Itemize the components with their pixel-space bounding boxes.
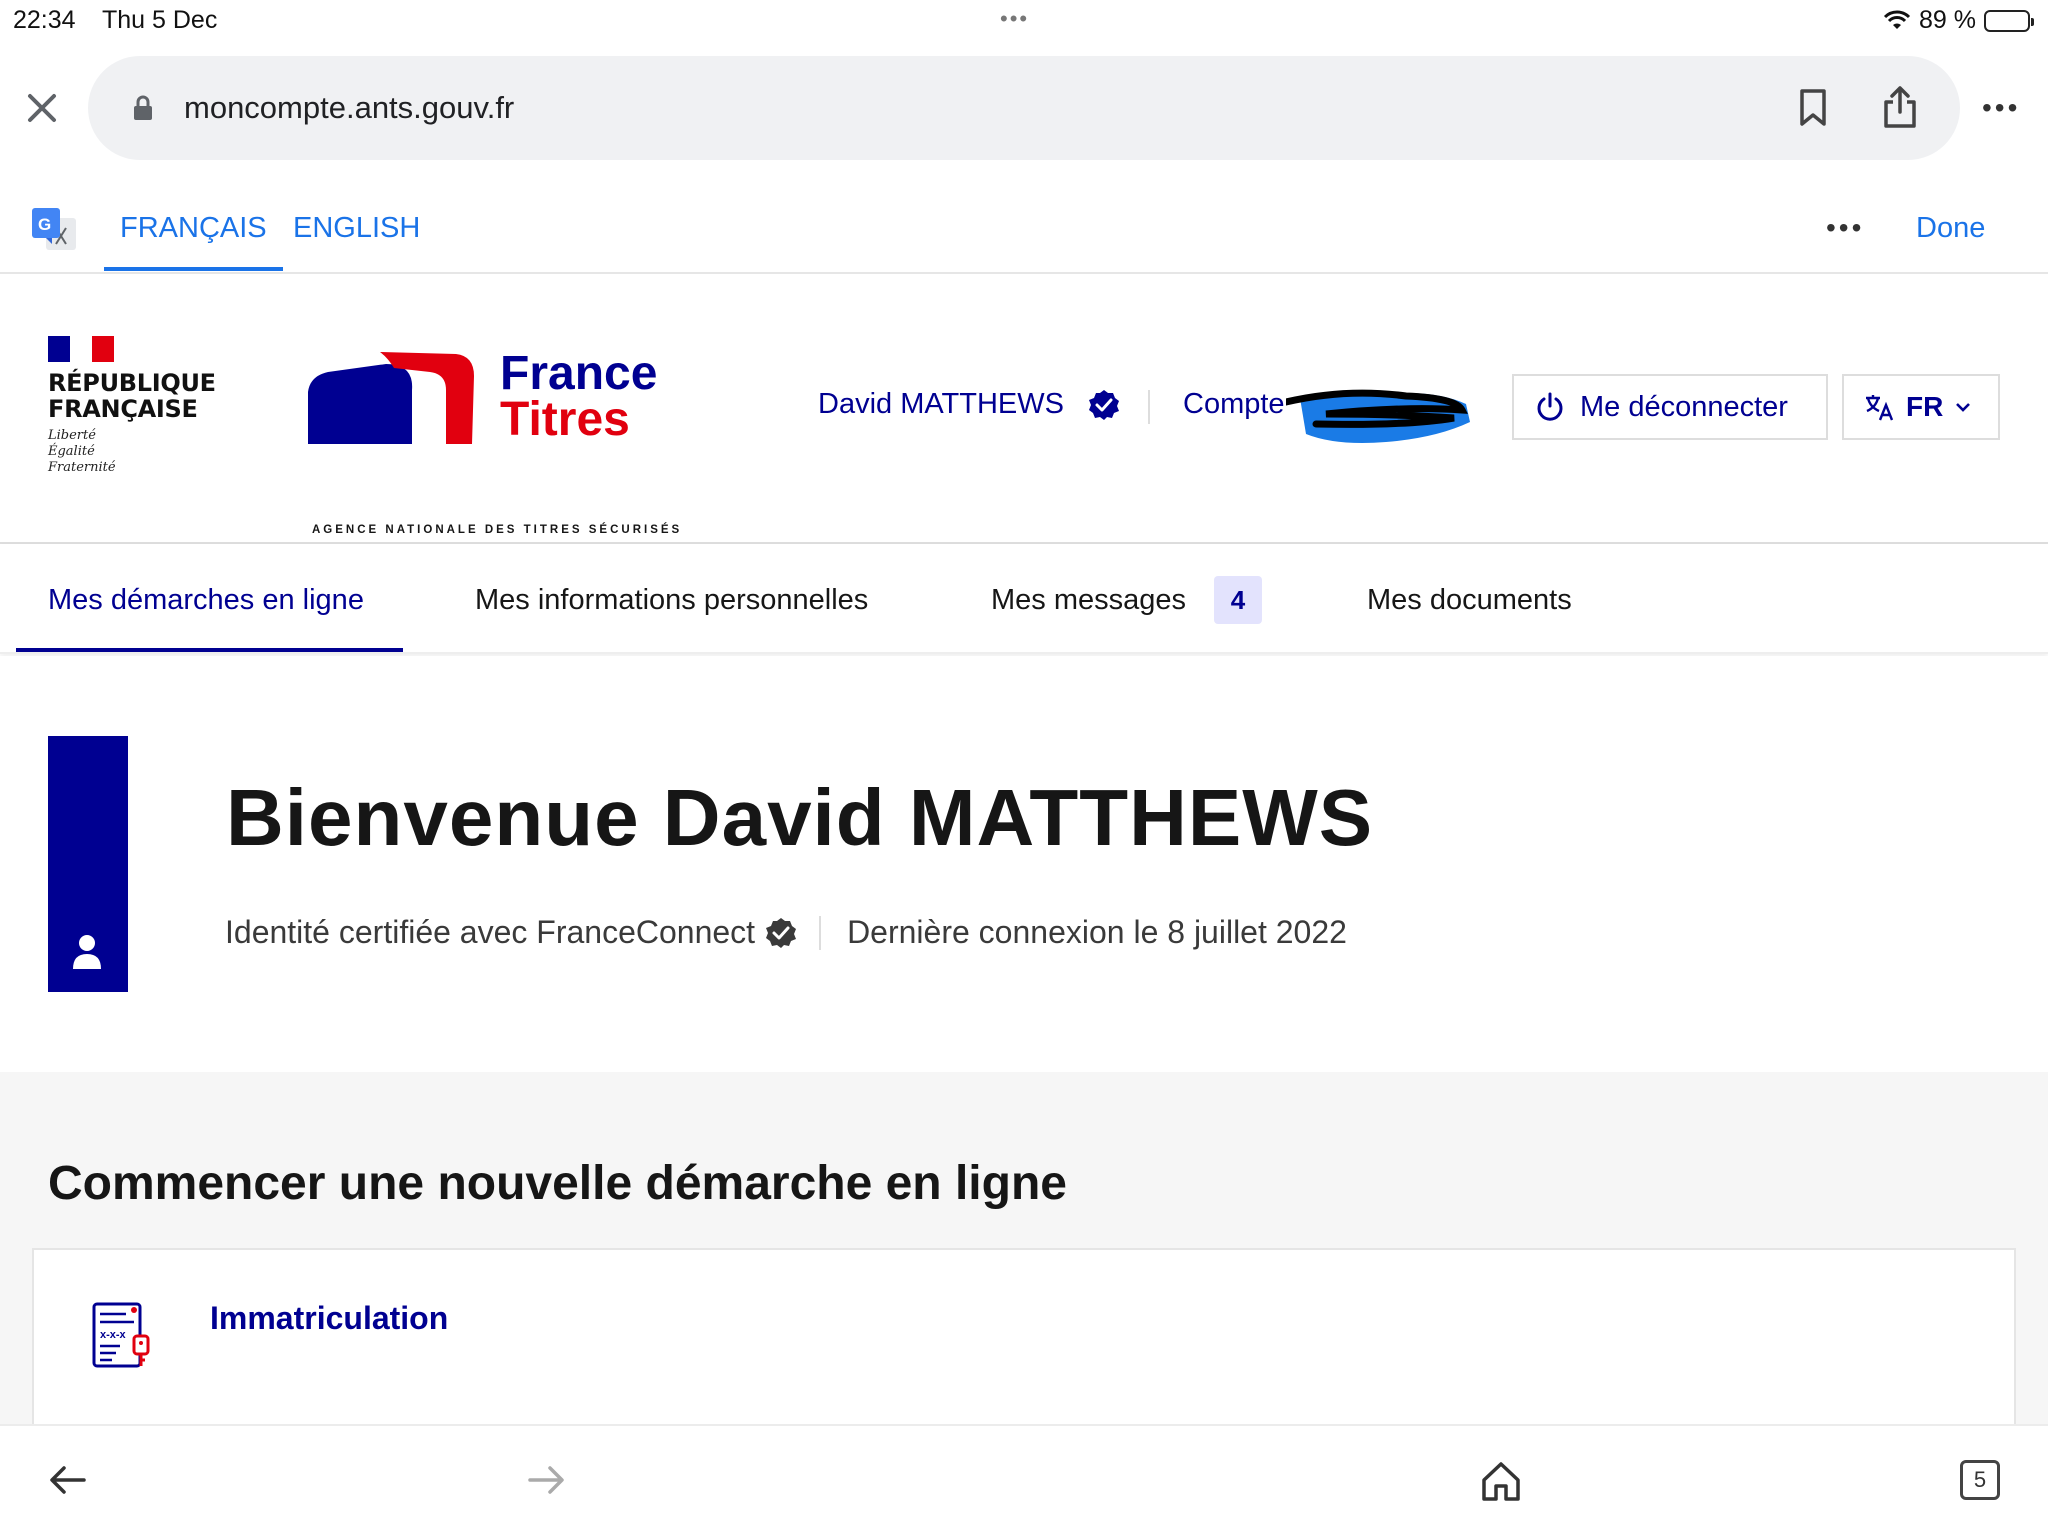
wifi-icon [1883,10,1911,29]
marianne-flag-icon [48,336,114,362]
user-name: David MATTHEWS [818,388,1064,420]
browser-more-icon[interactable]: ••• [1982,92,2020,124]
card-title[interactable]: Immatriculation [210,1300,448,1337]
motto-egalite: Égalité [48,444,95,459]
last-login: Dernière connexion le 8 juillet 2022 [847,914,1347,950]
user-avatar-bar [48,736,128,992]
browser-bar: moncompte.ants.gouv.fr ••• [0,52,2048,164]
rf-line-1: RÉPUBLIQUE [48,369,216,397]
section-title: Commencer une nouvelle démarche en ligne [48,1157,1067,1210]
status-time: 22:34 [13,6,76,34]
language-label: FR [1906,391,1944,422]
logo-france-text: France [500,347,658,400]
status-date: Thu 5 Dec [102,6,218,34]
bookmark-icon[interactable] [1798,88,1828,128]
new-procedure-section: Commencer une nouvelle démarche en ligne… [0,1072,2048,1448]
republique-francaise-logo[interactable]: RÉPUBLIQUE FRANÇAISE Liberté Égalité Fra… [48,336,216,476]
motto-liberte: Liberté [48,428,96,443]
translate-more-icon[interactable]: ••• [1826,212,1864,244]
url-text[interactable]: moncompte.ants.gouv.fr [184,90,514,126]
multitask-dots-icon[interactable]: ••• [1000,6,1029,32]
tab-mes-messages[interactable]: Mes messages [991,584,1186,617]
done-button[interactable]: Done [1916,212,1985,245]
google-translate-icon: G [32,208,76,250]
logout-button[interactable]: Me déconnecter [1512,374,1828,440]
tabs-count: 5 [1973,1467,1987,1492]
address-bar[interactable]: moncompte.ants.gouv.fr [88,56,1960,160]
home-icon[interactable] [1480,1460,1522,1502]
tab-mes-documents[interactable]: Mes documents [1367,584,1572,617]
tab-mes-demarches[interactable]: Mes démarches en ligne [48,584,364,617]
compte-link[interactable]: Compte [1183,388,1285,421]
main-nav: Mes démarches en ligne Mes informations … [0,544,2048,654]
translate-icon [1866,395,1894,421]
france-titres-emblem-icon [308,352,474,444]
rf-line-2: FRANÇAISE [48,395,198,423]
close-icon[interactable] [22,88,62,128]
chevron-down-icon [1956,403,1971,412]
active-tab-indicator [16,648,403,652]
svg-text:G: G [38,215,51,234]
user-icon [73,935,101,969]
logo-agency-text: AGENCE NATIONALE DES TITRES SÉCURISÉS [312,524,683,536]
svg-text:x-x-x: x-x-x [100,1329,127,1341]
vehicle-registration-icon: x-x-x [92,1302,150,1368]
identity-status: Identité certifiée avec FranceConnect [225,914,756,950]
status-right: 89 % [1883,6,2034,35]
forward-arrow-icon[interactable] [526,1462,566,1498]
redaction-scribble [1286,389,1470,443]
translate-bar: G FRANÇAIS ENGLISH ••• Done [0,200,2048,274]
logo-titres-text: Titres [500,393,630,446]
meta-separator [819,915,822,950]
tab-francais[interactable]: FRANÇAIS [104,212,283,271]
welcome-section: Bienvenue David MATTHEWS Identité certif… [0,656,2048,1072]
tabs-count-button[interactable]: 5 [1960,1460,2000,1500]
immatriculation-card[interactable]: x-x-x Immatriculation [32,1248,2016,1448]
header-separator [1148,390,1150,424]
messages-count-badge: 4 [1214,576,1262,624]
status-bar: 22:34 Thu 5 Dec ••• 89 % [0,0,2048,42]
welcome-title: Bienvenue David MATTHEWS [226,773,1374,862]
lock-icon [134,95,152,120]
france-titres-logo[interactable]: France Titres AGENCE NATIONALE DES TITRE… [306,347,686,536]
tab-mes-informations[interactable]: Mes informations personnelles [475,584,868,617]
motto-fraternite: Fraternité [48,460,116,475]
certified-badge-icon [766,917,797,948]
tab-english[interactable]: ENGLISH [293,212,420,245]
logout-label: Me déconnecter [1580,390,1788,423]
browser-bottom-bar: 5 [0,1424,2048,1536]
battery-icon [1984,9,2034,32]
back-arrow-icon[interactable] [48,1462,88,1498]
user-account-link[interactable]: David MATTHEWS [818,388,1120,421]
share-icon[interactable] [1882,84,1918,130]
verified-badge-icon [1088,389,1119,420]
battery-percent: 89 % [1919,6,1976,34]
power-icon [1537,392,1563,421]
language-select[interactable]: FR [1842,374,2000,440]
site-header: RÉPUBLIQUE FRANÇAISE Liberté Égalité Fra… [0,276,2048,544]
welcome-meta: Identité certifiée avec FranceConnect De… [225,914,1347,951]
